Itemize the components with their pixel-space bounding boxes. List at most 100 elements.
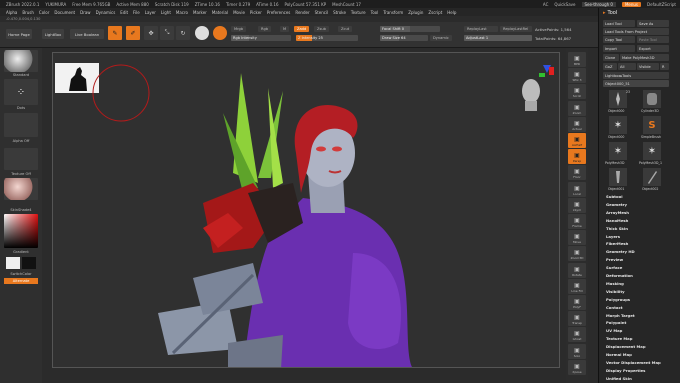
clone-button[interactable]: Clone [603,54,619,61]
home-page-button[interactable]: Home Page [6,29,32,39]
section-contact[interactable]: Contact [606,305,623,310]
zadd-toggle[interactable]: Zadd [294,26,310,32]
dock-polyf-button[interactable]: ▣ PolyF [568,295,586,310]
menu-color[interactable]: Color [39,10,49,15]
rotate-mode-button[interactable]: ↻ [176,26,190,40]
edit-mode-button[interactable]: ✎ [108,26,122,40]
section-displacement-map[interactable]: Displacement Map [606,344,646,349]
menu-marker[interactable]: Marker [193,10,207,15]
menu-file[interactable]: File [133,10,140,15]
section-vector-displacement-map[interactable]: Vector Displacement Map [606,360,661,365]
dock-actual-button[interactable]: ▣ Actual [568,116,586,132]
object-slider[interactable]: Object000_51 [603,80,669,87]
goz-all-button[interactable]: All [618,63,636,70]
dock-local-button[interactable]: ▣ Local [568,181,586,197]
draw-size-slider[interactable]: Draw Size 64 [380,35,428,41]
menu-document[interactable]: Document [54,10,75,15]
adjust-last-slider[interactable]: AdjustLast 1 [464,35,532,41]
replay-last-button[interactable]: ReplayLast [464,26,498,32]
m-toggle[interactable]: M [280,26,290,32]
section-unified-skin[interactable]: Unified Skin [606,376,632,381]
secondary-color-swatch[interactable] [22,257,36,269]
menu-draw[interactable]: Draw [80,10,90,15]
section-preview[interactable]: Preview [606,257,623,262]
lightbox-button[interactable]: LightBox [42,29,64,39]
dock-move-button[interactable]: ▣ Move [568,230,586,246]
menu-brush[interactable]: Brush [22,10,34,15]
quicksave-button[interactable]: QuickSave [554,2,575,7]
thumb-object000[interactable] [609,90,627,108]
main-color-swatch[interactable] [6,257,20,269]
menu-movie[interactable]: Movie [233,10,245,15]
alpha-thumbnail[interactable] [4,113,38,137]
dock-spix-3-button[interactable]: ▣ SPix 3 [568,68,586,84]
menu-zplugin[interactable]: Zplugin [408,10,423,15]
dock-frame-button[interactable]: ▣ Frame [568,214,586,229]
dock-aahalf-button[interactable]: ▣ AAHalf [568,133,586,148]
zcut-toggle[interactable]: Zcut [338,26,353,32]
export-button[interactable]: Export [637,45,669,52]
menu-texture[interactable]: Texture [351,10,366,15]
live-boolean-button[interactable]: Live Boolean [70,29,104,39]
section-display-properties[interactable]: Display Properties [606,368,645,373]
thumb-simplebrush[interactable]: S [643,116,661,134]
thumb-object001[interactable] [609,168,627,186]
section-layers[interactable]: Layers [606,234,620,239]
menu-layer[interactable]: Layer [145,10,156,15]
section-nanomesh[interactable]: NanoMesh [606,218,628,223]
dock-rotate-button[interactable]: ▣ Rotate [568,262,586,278]
dock-line-fill-button[interactable]: ▣ Line Fill [568,278,586,294]
dock-solo-button[interactable]: ▣ Solo [568,343,586,359]
menu-edit[interactable]: Edit [120,10,128,15]
section-polypaint[interactable]: Polypaint [606,320,626,325]
material-sphere-icon[interactable] [195,26,209,40]
goz-visible-button[interactable]: Visible [637,63,659,70]
brush-thumbnail[interactable] [4,50,38,72]
menu-macro[interactable]: Macro [176,10,188,15]
section-visibility[interactable]: Visibility [606,289,625,294]
focal-shift-slider[interactable]: Focal Shift 0 [380,26,440,32]
menu-transform[interactable]: Transform [383,10,403,15]
section-polygroups[interactable]: Polygroups [606,297,630,302]
rgb-toggle[interactable]: Rgb [258,26,272,32]
color-picker[interactable] [4,214,38,248]
section-uv-map[interactable]: UV Map [606,328,622,333]
load-tool-button[interactable]: Load Tool [603,20,635,27]
section-fibermesh[interactable]: FiberMesh [606,241,628,246]
standard-brush-icon[interactable] [213,26,227,40]
default-script-button[interactable]: DefaultZScript [647,2,676,7]
dock-zoom3d-button[interactable]: ▣ Zoom3D [568,246,586,262]
copy-tool-button[interactable]: Copy Tool [603,36,635,43]
dock-ghost-button[interactable]: ▣ Ghost [568,327,586,343]
draw-mode-button[interactable]: ✐ [126,26,140,40]
alternate-button[interactable]: Alternate [4,278,38,284]
section-thick-skin[interactable]: Thick Skin [606,226,628,231]
section-normal-map[interactable]: Normal Map [606,352,632,357]
menus-button[interactable]: Menus [621,1,642,7]
dock-transp-button[interactable]: ▣ Transp [568,311,586,327]
dock-xpose-button[interactable]: ▣ Xpose [568,359,586,375]
replay-last-rel-button[interactable]: ReplayLastRel [500,26,532,32]
move-mode-button[interactable]: ✥ [144,26,158,40]
r-button[interactable]: R [660,63,669,70]
material-thumbnail[interactable] [4,178,38,200]
switch-color-button[interactable]: SwitchColor [4,272,38,276]
section-geometry[interactable]: Geometry [606,202,627,207]
viewport-canvas[interactable] [52,52,560,368]
menu-material[interactable]: Material [212,10,228,15]
texture-thumbnail[interactable] [4,148,38,170]
import-button[interactable]: Import [603,45,635,52]
dock-scroll-button[interactable]: ▣ Scroll [568,84,586,100]
thumb-object000-b[interactable]: ✶ [609,116,627,134]
paste-tool-button[interactable]: Paste Tool [637,36,669,43]
dynamic-toggle[interactable]: Dynamic [430,35,452,41]
section-texture-map[interactable]: Texture Map [606,336,632,341]
section-deformation[interactable]: Deformation [606,273,633,278]
dock-zoom-button[interactable]: ▣ Zoom [568,100,586,116]
dock-bpr-button[interactable]: ▣ BPR [568,52,586,67]
rgb-intensity-slider[interactable]: Rgb Intensity [231,35,291,41]
section-arraymesh[interactable]: ArrayMesh [606,210,629,215]
menu-stroke[interactable]: Stroke [333,10,346,15]
menu-render[interactable]: Render [295,10,309,15]
menu-dynamics[interactable]: Dynamics [96,10,116,15]
